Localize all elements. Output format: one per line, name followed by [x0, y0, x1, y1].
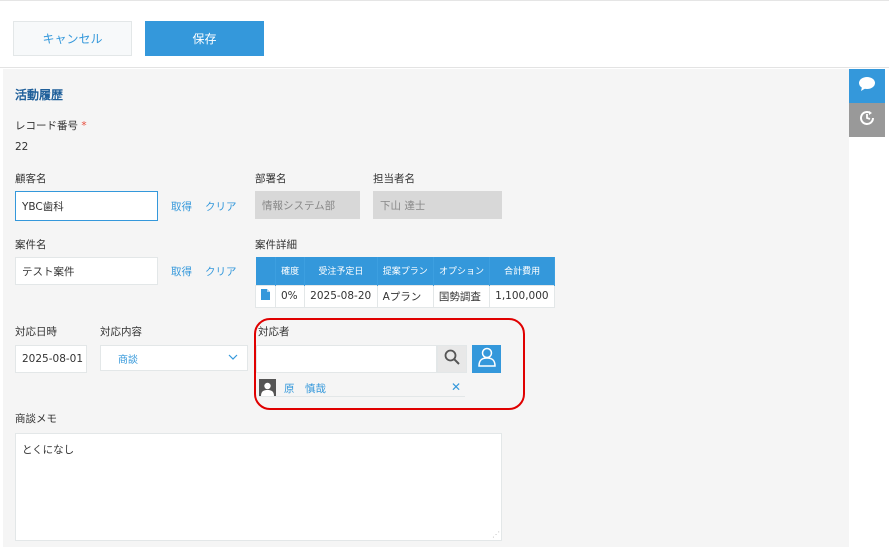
search-icon	[444, 349, 460, 369]
customer-label: 顧客名	[15, 173, 47, 185]
history-icon	[858, 109, 876, 131]
response-date-input[interactable]: 2025-08-01	[15, 345, 87, 373]
record-number-label: レコード番号 *	[15, 120, 87, 132]
save-button[interactable]: 保存	[145, 21, 264, 56]
table-cell: 2025-08-20	[304, 284, 378, 308]
memo-textarea[interactable]: とくになし ⋰	[15, 433, 502, 541]
column-header: 合計費用	[489, 257, 555, 285]
table-header-row: 確度 受注予定日 提案プラン オプション 合計費用	[255, 257, 555, 285]
table-cell: 0%	[274, 284, 306, 308]
project-input[interactable]: テスト案件	[15, 257, 158, 285]
response-date-label: 対応日時	[15, 326, 57, 338]
toolbar: キャンセル 保存	[0, 0, 889, 68]
section-title: 活動履歴	[15, 88, 64, 102]
column-header: 提案プラン	[377, 257, 434, 285]
row-icon-header	[255, 257, 276, 285]
responder-search-input[interactable]	[256, 345, 437, 373]
memo-text: とくになし	[22, 444, 75, 456]
response-content-value: 商談	[118, 354, 138, 366]
project-detail-table: 確度 受注予定日 提案プラン オプション 合計費用 0% 2025-08-20 …	[255, 257, 555, 308]
side-rail	[849, 69, 885, 137]
department-field: 情報システム部	[255, 191, 360, 219]
comment-icon	[858, 76, 876, 96]
selected-user-chip: 原 慎哉 ✕	[259, 378, 465, 397]
person-in-charge-label: 担当者名	[373, 173, 415, 185]
responder-search-button[interactable]	[437, 345, 467, 373]
selected-user-name[interactable]: 原 慎哉	[284, 381, 326, 396]
customer-input[interactable]: YBC歯科	[15, 191, 158, 221]
table-row[interactable]: 0% 2025-08-20 Aプラン 国勢調査 1,100,000	[255, 284, 555, 308]
table-cell: Aプラン	[376, 284, 434, 308]
close-icon[interactable]: ✕	[451, 380, 461, 394]
responder-label: 対応者	[258, 326, 290, 338]
person-in-charge-field: 下山 達士	[373, 191, 502, 219]
response-content-select[interactable]: 商談	[100, 345, 248, 371]
department-label: 部署名	[255, 173, 287, 185]
table-cell: 国勢調査	[432, 284, 491, 308]
customer-clear-link[interactable]: クリア	[205, 199, 237, 214]
record-number-value: 22	[15, 141, 29, 153]
project-clear-link[interactable]: クリア	[205, 264, 237, 279]
chevron-down-icon	[228, 353, 238, 364]
row-detail-button[interactable]	[255, 284, 276, 308]
cancel-button[interactable]: キャンセル	[13, 21, 132, 56]
user-icon	[477, 347, 496, 371]
project-fetch-link[interactable]: 取得	[171, 264, 192, 279]
project-label: 案件名	[15, 239, 47, 251]
resize-handle-icon[interactable]: ⋰	[492, 531, 500, 539]
memo-label: 商談メモ	[15, 413, 57, 425]
customer-fetch-link[interactable]: 取得	[171, 199, 192, 214]
column-header: オプション	[433, 257, 491, 285]
column-header: 確度	[275, 257, 306, 285]
project-detail-label: 案件詳細	[255, 239, 297, 251]
document-icon	[261, 289, 270, 303]
history-button[interactable]	[849, 103, 885, 137]
table-cell: 1,100,000	[489, 284, 555, 308]
column-header: 受注予定日	[304, 257, 378, 285]
response-content-label: 対応内容	[100, 326, 142, 338]
required-mark: *	[81, 120, 87, 132]
avatar	[259, 379, 276, 396]
comment-button[interactable]	[849, 69, 885, 103]
user-select-button[interactable]	[472, 345, 501, 373]
